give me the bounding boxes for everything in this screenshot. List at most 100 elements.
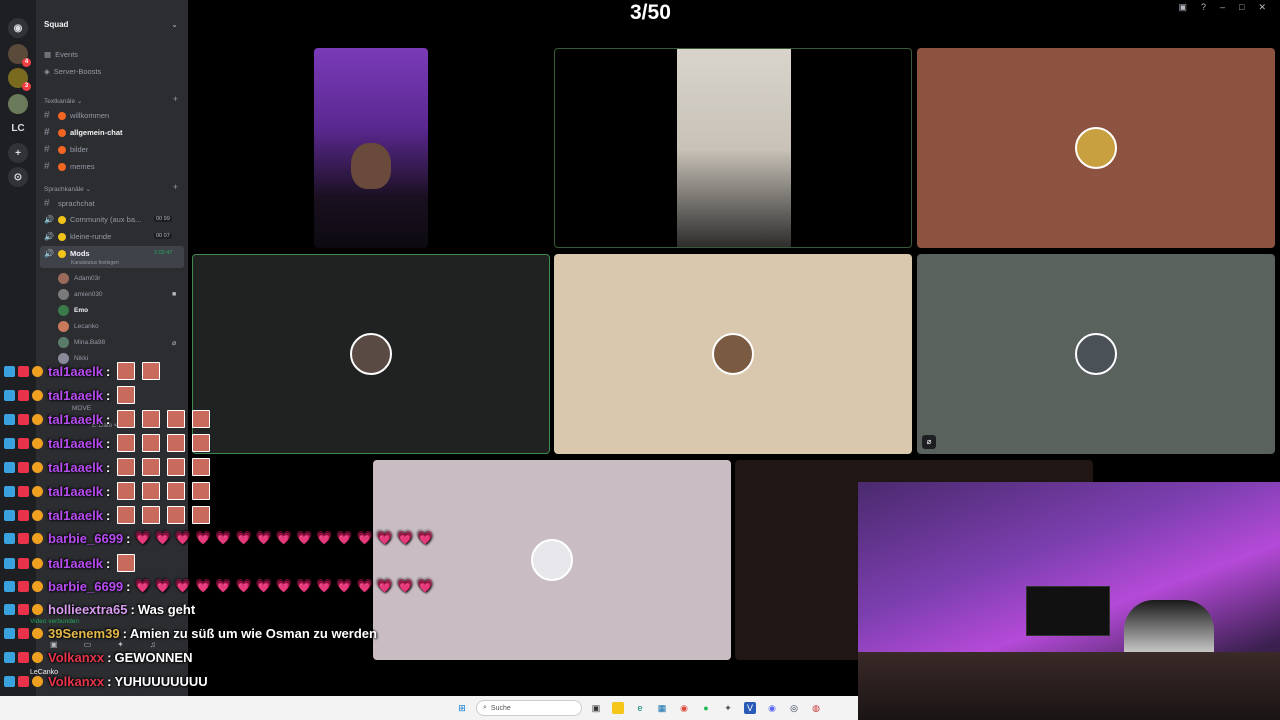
- minimize-icon[interactable]: –: [1220, 2, 1225, 13]
- add-server-icon[interactable]: +: [8, 143, 28, 163]
- heart-emote-icon: 💗: [396, 530, 414, 545]
- voice-channel-mods[interactable]: 🔊 Mods: [44, 249, 90, 258]
- sub-badge-icon: [4, 389, 15, 401]
- server-icon-lc[interactable]: LC: [8, 118, 28, 138]
- chat-emote: [117, 362, 136, 380]
- server-icon-1[interactable]: 4: [8, 44, 31, 67]
- video-tile-2[interactable]: [554, 48, 912, 248]
- file-explorer-icon[interactable]: [612, 702, 624, 714]
- windows-start-icon[interactable]: ⊞: [456, 702, 468, 714]
- discord-icon[interactable]: ◉: [766, 702, 778, 714]
- chat-message: tal1aaelk :: [4, 482, 211, 500]
- video-tile-4[interactable]: [192, 254, 550, 454]
- discover-icon[interactable]: ⊙: [8, 167, 28, 187]
- chat-username[interactable]: tal1aaelk: [48, 556, 103, 571]
- close-icon[interactable]: ✕: [1258, 2, 1266, 13]
- chat-username[interactable]: barbie_6699: [48, 531, 123, 546]
- maximize-icon[interactable]: □: [1239, 2, 1244, 13]
- boosts-item[interactable]: ◈ Server-Boosts: [44, 67, 101, 76]
- chat-username[interactable]: tal1aaelk: [48, 436, 103, 451]
- voice-member[interactable]: Mina.Ba98: [58, 337, 105, 348]
- chat-username[interactable]: tal1aaelk: [48, 412, 103, 427]
- category-voice[interactable]: Sprachkanäle ⌄: [44, 185, 91, 193]
- video-tile-5[interactable]: [554, 254, 912, 454]
- voice-channel-kleine-runde[interactable]: 🔊 kleine-runde: [44, 232, 111, 241]
- activity-icon[interactable]: ✦: [117, 640, 124, 649]
- chat-username[interactable]: Volkanxx: [48, 650, 104, 665]
- spotify-icon[interactable]: ●: [700, 702, 712, 714]
- voice-member[interactable]: Emo: [58, 305, 88, 316]
- video-tile-1[interactable]: [314, 48, 428, 248]
- heart-emote-icon: 💗: [134, 530, 151, 545]
- status-dot: [58, 215, 66, 224]
- chevron-down-icon[interactable]: ⌄: [171, 20, 178, 29]
- add-voice-channel-icon[interactable]: +: [173, 182, 178, 192]
- channel-bilder[interactable]: # bilder: [44, 144, 88, 155]
- video-tile-6[interactable]: ⌀: [917, 254, 1275, 454]
- heart-emote-icon: 💗: [195, 578, 212, 593]
- chat-username[interactable]: barbie_6699: [48, 579, 123, 594]
- viewer-counter: 3/50: [630, 1, 671, 24]
- chat-emote: [142, 434, 161, 452]
- chat-username[interactable]: tal1aaelk: [48, 484, 103, 499]
- participant-video: [677, 49, 791, 247]
- heart-emote-icon: 💗: [336, 530, 353, 545]
- chat-separator: :: [126, 530, 131, 546]
- heart-emote-icon: 💗: [215, 530, 232, 545]
- server-title[interactable]: Squad: [44, 20, 68, 29]
- chat-username[interactable]: Volkanxx: [48, 674, 104, 689]
- chrome-icon[interactable]: ◉: [678, 702, 690, 714]
- gift-badge-icon: [18, 437, 29, 449]
- heart-emote-icon: 💗: [174, 578, 192, 593]
- app-icon[interactable]: ✦: [722, 702, 734, 714]
- discord-home-icon[interactable]: ◉: [8, 18, 28, 38]
- chat-username[interactable]: hollieextra65: [48, 602, 128, 617]
- task-view-icon[interactable]: ▣: [590, 702, 602, 714]
- server-icon-2[interactable]: 3: [8, 68, 31, 91]
- room-floor: [858, 652, 1280, 720]
- inbox-icon[interactable]: ▣: [1178, 2, 1187, 13]
- voice-channel-community[interactable]: 🔊 Community (aux ba...: [44, 215, 141, 224]
- chat-username[interactable]: tal1aaelk: [48, 388, 103, 403]
- video-tile-7[interactable]: [373, 460, 731, 660]
- server-icon-squad[interactable]: [8, 94, 28, 114]
- chat-username[interactable]: tal1aaelk: [48, 460, 103, 475]
- channel-allgemein-chat[interactable]: # allgemein-chat: [44, 127, 123, 138]
- video-tile-3[interactable]: [917, 48, 1275, 248]
- channel-status-hint[interactable]: Kanalstatus festlegen: [71, 260, 119, 266]
- camera-icon[interactable]: ▣: [50, 640, 58, 649]
- channel-willkommen[interactable]: # willkommen: [44, 110, 109, 121]
- soundboard-icon[interactable]: ♫: [150, 640, 156, 649]
- voice-member[interactable]: Adam03r: [58, 273, 100, 284]
- chat-separator: :: [105, 555, 111, 571]
- taskbar-search[interactable]: ⌕ Suche: [476, 700, 582, 716]
- add-channel-icon[interactable]: +: [173, 94, 178, 104]
- voice-connection-status[interactable]: Video verbunden: [30, 618, 79, 625]
- muted-mic-icon: ⌀: [922, 435, 936, 449]
- chat-emote: [142, 482, 161, 500]
- screen-share-icon[interactable]: ▭: [84, 640, 92, 649]
- events-item[interactable]: ▦ Events: [44, 50, 78, 59]
- voice-member[interactable]: amien030: [58, 289, 103, 300]
- window-controls: ▣ ? – □ ✕: [1178, 2, 1266, 13]
- v-app-icon[interactable]: V: [744, 702, 756, 714]
- voice-member[interactable]: Lecanko: [58, 321, 99, 332]
- obs-icon[interactable]: ◍: [810, 702, 822, 714]
- store-icon[interactable]: ▦: [656, 702, 668, 714]
- channel-memes[interactable]: # memes: [44, 161, 95, 172]
- chat-emote: [142, 506, 161, 524]
- chat-emote: [192, 458, 211, 476]
- chat-username[interactable]: 39Senem39: [48, 626, 120, 641]
- steam-icon[interactable]: ◎: [788, 702, 800, 714]
- chat-emote: [117, 554, 136, 572]
- channel-sprachchat[interactable]: # sprachchat: [44, 198, 95, 209]
- chat-username[interactable]: tal1aaelk: [48, 508, 103, 523]
- chat-separator: :: [105, 435, 111, 451]
- edge-icon[interactable]: e: [634, 702, 646, 714]
- category-text[interactable]: Textkanäle ⌄: [44, 97, 82, 105]
- chat-username[interactable]: tal1aaelk: [48, 364, 103, 379]
- help-icon[interactable]: ?: [1201, 2, 1206, 13]
- heart-emote-icon: 💗: [336, 578, 353, 593]
- chat-text: Amien zu süß um wie Osman zu werden: [129, 626, 377, 641]
- chat-emote: [142, 458, 161, 476]
